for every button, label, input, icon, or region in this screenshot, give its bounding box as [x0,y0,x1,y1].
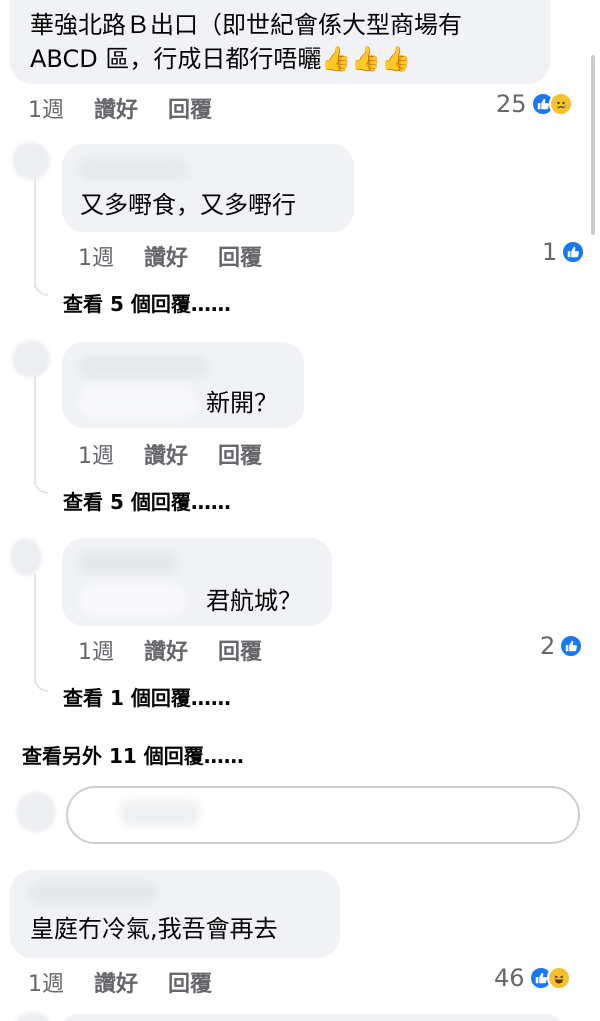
reaction-count: 46 [494,964,525,992]
like-button[interactable]: 讚好 [94,92,138,124]
avatar [16,792,56,832]
thread-connector [34,480,48,494]
like-button[interactable]: 讚好 [144,240,188,272]
comment-actions: 1週 讚好 回覆 [28,92,242,124]
thread-line [34,574,36,684]
like-reaction-icon [561,240,586,264]
thread-line [34,376,36,486]
reaction-summary[interactable]: 46 [494,964,571,992]
comment-actions: 1週 讚好 回覆 [78,438,292,470]
view-replies-link[interactable]: 查看 1 個回覆…… [63,682,231,711]
comment-actions: 1週 讚好 回覆 [78,634,292,666]
reply-button[interactable]: 回覆 [218,438,262,470]
reaction-summary[interactable]: 1 [542,238,586,266]
reply-button[interactable]: 回覆 [168,92,212,124]
comment-age: 1週 [78,640,114,665]
reaction-count: 2 [540,632,556,660]
comment-text: ABCD 區，行成日都行唔曬👍👍👍 [30,45,411,73]
haha-reaction-icon [546,966,571,990]
comment-age: 1週 [28,98,64,123]
comment-bubble [62,1014,562,1021]
like-button[interactable]: 讚好 [144,634,188,666]
reply-button[interactable]: 回覆 [218,634,262,666]
view-replies-link[interactable]: 查看 5 個回覆…… [63,486,231,515]
view-more-replies-link[interactable]: 查看另外 11 個回覆…… [22,740,244,769]
commenter-name [78,356,208,378]
thread-line [34,178,36,288]
like-reaction-icon [559,634,584,658]
comment-text: 華強北路Ｂ出口（即世紀會係大型商場有 [30,11,462,39]
comment-text: 又多嘢食，又多嘢行 [80,191,296,219]
like-button[interactable]: 讚好 [94,966,138,998]
reply-button[interactable]: 回覆 [168,966,212,998]
comment-text: 新開？ [206,389,278,417]
thread-connector [34,282,48,296]
commenter-name [28,882,158,904]
like-button[interactable]: 讚好 [144,438,188,470]
avatar [12,142,50,180]
thread-connector [34,678,48,692]
comment-text: 皇庭冇冷氣,我吾會再去 [30,915,278,943]
redacted-text [78,584,188,616]
commenter-name [78,552,178,574]
reaction-summary[interactable]: 25 [496,90,573,118]
avatar [16,1012,50,1021]
comment-age: 1週 [78,444,114,469]
comment-text: 君航城？ [206,587,302,615]
reaction-count: 1 [542,238,558,266]
avatar [10,538,42,576]
redacted-text [78,386,198,418]
reaction-summary[interactable]: 2 [540,632,584,660]
comment-age: 1週 [28,972,64,997]
comment-actions: 1週 讚好 回覆 [28,966,242,998]
avatar [12,340,50,378]
sad-reaction-icon [548,92,573,116]
reaction-count: 25 [496,90,527,118]
view-replies-link[interactable]: 查看 5 個回覆…… [63,288,231,317]
reply-button[interactable]: 回覆 [218,240,262,272]
reply-input-placeholder [120,800,200,826]
commenter-name [78,158,188,180]
comment-actions: 1週 讚好 回覆 [78,240,292,272]
comment-age: 1週 [78,246,114,271]
scrollbar[interactable] [591,55,595,235]
